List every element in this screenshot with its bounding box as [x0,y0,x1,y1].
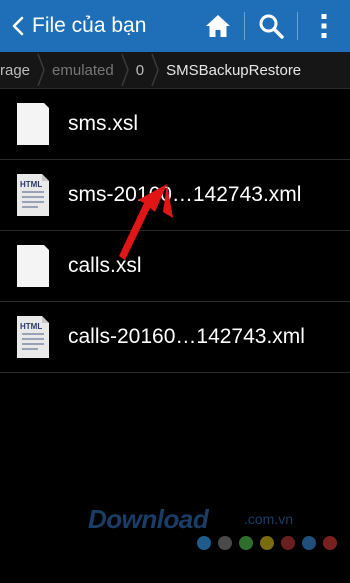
watermark-dot [218,536,232,550]
breadcrumb-item-smsbackuprestore[interactable]: SMSBackupRestore [160,62,307,79]
chevron-right-icon [36,52,46,88]
watermark-dot [302,536,316,550]
watermark-dot [239,536,253,550]
html-file-icon: HTML [14,172,52,218]
chevron-right-icon [150,52,160,88]
file-name: sms.xsl [68,112,138,135]
action-bar: File của bạn [0,0,350,52]
back-button[interactable] [4,0,32,52]
breadcrumb-item-storage[interactable]: rage [0,62,36,79]
watermark-suffix: .com.vn [244,511,294,527]
home-button[interactable] [192,0,244,52]
watermark-dot [281,536,295,550]
search-icon [259,14,284,39]
html-label: HTML [20,180,43,189]
blank-file-icon [14,101,52,147]
watermark-dot [260,536,274,550]
breadcrumb: rage emulated 0 SMSBackupRestore [0,52,350,89]
breadcrumb-item-0[interactable]: 0 [130,62,150,79]
overflow-menu-icon [321,14,327,38]
html-label: HTML [20,322,43,331]
overflow-menu-button[interactable] [298,0,350,52]
watermark-dot [323,536,337,550]
breadcrumb-item-emulated[interactable]: emulated [46,62,120,79]
search-button[interactable] [245,0,297,52]
file-name: calls-20160…142743.xml [68,325,305,348]
watermark-dot [197,536,211,550]
watermark-logo: Download [88,504,209,534]
blank-file-icon [14,243,52,289]
page-title: File của bạn [32,14,147,37]
red-arrow-icon [119,184,173,260]
html-file-icon: HTML [14,314,52,360]
home-icon [206,15,230,37]
file-row-calls-xml[interactable]: HTML calls-20160…142743.xml [0,302,350,373]
file-row-sms-xsl[interactable]: sms.xsl [0,89,350,160]
watermark-dots [197,536,337,550]
chevron-right-icon [120,52,130,88]
back-chevron-icon [12,16,24,36]
